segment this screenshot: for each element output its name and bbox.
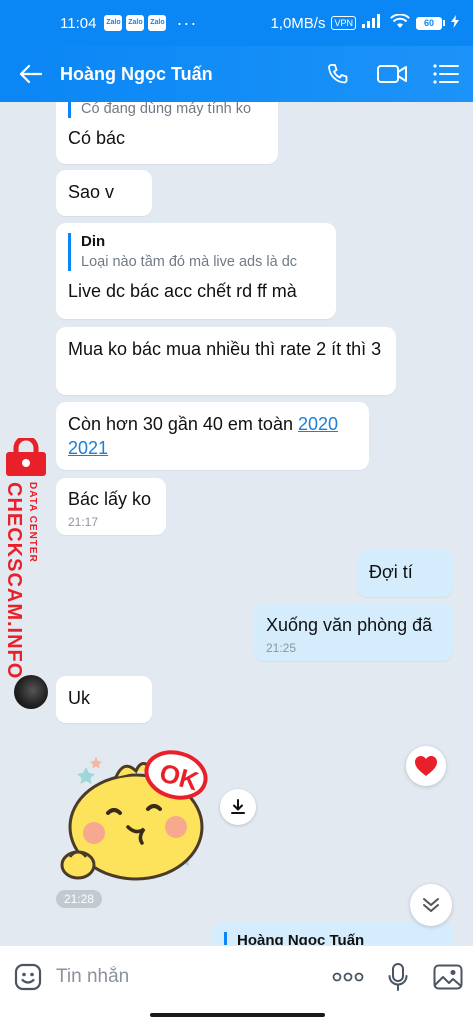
duck-sticker-image: OK bbox=[60, 750, 208, 881]
zalo-notification-icon: Zalo bbox=[126, 15, 145, 31]
message-text: Mua ko bác mua nhiều thì rate 2 ít thì 3 bbox=[68, 339, 382, 359]
watermark: CHECKSCAM.INFO DATA CENTER bbox=[0, 438, 54, 679]
reply-quote: Din Loại nào tầm đó mà live ads là dc bbox=[68, 233, 324, 271]
system-navigation-bar bbox=[0, 1007, 473, 1024]
menu-list-icon bbox=[433, 64, 459, 84]
message-text: Có bác bbox=[68, 128, 126, 148]
battery-icon: 60 bbox=[416, 16, 445, 30]
reaction-button[interactable] bbox=[406, 746, 446, 786]
sticker-button[interactable] bbox=[0, 963, 56, 991]
my-message-bubble[interactable]: Xuống văn phòng đã 21:25 bbox=[254, 603, 453, 661]
signal-icon bbox=[362, 14, 384, 32]
more-options-button[interactable] bbox=[323, 972, 373, 982]
contact-avatar[interactable] bbox=[14, 675, 48, 709]
status-time: 11:04 bbox=[60, 14, 97, 32]
ok-sticker[interactable]: OK bbox=[56, 747, 216, 887]
image-icon bbox=[433, 964, 463, 989]
photo-button[interactable] bbox=[423, 964, 473, 990]
download-sticker-button[interactable] bbox=[220, 789, 256, 825]
zalo-notification-icon: Zalo bbox=[148, 15, 167, 31]
contact-name[interactable]: Hoàng Ngọc Tuấn bbox=[60, 64, 311, 85]
home-indicator[interactable] bbox=[150, 1013, 325, 1017]
lock-icon bbox=[6, 438, 46, 476]
network-speed: 1,0MB/s bbox=[270, 14, 326, 32]
message-bubble[interactable]: Bác lấy ko 21:17 bbox=[56, 478, 166, 535]
watermark-site: CHECKSCAM.INFO bbox=[3, 482, 25, 680]
message-bubble[interactable]: Có đang dùng máy tính ko Có bác bbox=[56, 102, 278, 164]
message-list[interactable]: Có đang dùng máy tính ko Có bác Sao v Di… bbox=[0, 102, 473, 945]
double-chevron-down-icon bbox=[423, 898, 439, 912]
more-notifications-icon: ··· bbox=[176, 12, 198, 33]
status-bar: 11:04 Zalo Zalo Zalo ··· 1,0MB/s VPN 60 bbox=[0, 0, 473, 46]
video-call-button[interactable] bbox=[365, 46, 419, 102]
reply-quote: Có đang dùng máy tính ko bbox=[68, 102, 266, 118]
emoji-icon bbox=[14, 963, 42, 990]
message-bubble[interactable]: Còn hơn 30 gần 40 em toàn 2020 2021 bbox=[56, 402, 369, 470]
message-text: Sao v bbox=[68, 182, 115, 202]
message-timestamp: 21:17 bbox=[68, 515, 99, 529]
quote-text: Loại nào tầm đó mà live ads là dc bbox=[81, 254, 298, 270]
message-text: Uk bbox=[68, 688, 90, 708]
quote-text: Có đang dùng máy tính ko bbox=[81, 102, 252, 117]
back-arrow-icon bbox=[19, 64, 42, 84]
my-message-bubble[interactable]: Hoàng Ngọc Tuấn bbox=[212, 922, 453, 945]
zalo-notification-icon: Zalo bbox=[104, 15, 123, 31]
reply-quote: Hoàng Ngọc Tuấn bbox=[224, 932, 441, 945]
microphone-icon bbox=[388, 962, 408, 991]
video-camera-icon bbox=[377, 65, 407, 83]
message-bubble[interactable]: Uk bbox=[56, 676, 152, 723]
message-text: Đợi tí bbox=[369, 562, 413, 582]
back-button[interactable] bbox=[0, 46, 60, 102]
message-timestamp: 21:28 bbox=[56, 890, 103, 908]
vpn-badge: VPN bbox=[331, 16, 356, 30]
voice-record-button[interactable] bbox=[373, 962, 423, 991]
quote-sender: Hoàng Ngọc Tuấn bbox=[237, 932, 365, 945]
message-text: Bác lấy ko bbox=[68, 489, 152, 509]
phone-icon bbox=[328, 64, 348, 84]
message-timestamp: 21:25 bbox=[266, 641, 297, 655]
quote-sender: Din bbox=[81, 233, 106, 250]
message-composer bbox=[0, 945, 473, 1007]
message-input[interactable] bbox=[56, 965, 323, 988]
message-bubble[interactable]: Sao v bbox=[56, 170, 152, 216]
message-text: Xuống văn phòng đã bbox=[266, 615, 433, 635]
voice-call-button[interactable] bbox=[311, 46, 365, 102]
heart-icon bbox=[415, 756, 437, 776]
download-icon bbox=[231, 799, 245, 814]
wifi-icon bbox=[390, 12, 410, 33]
message-text: Live dc bác acc chết rd ff mà bbox=[68, 281, 297, 301]
message-bubble[interactable]: Din Loại nào tầm đó mà live ads là dc Li… bbox=[56, 223, 336, 319]
message-bubble[interactable]: Mua ko bác mua nhiều thì rate 2 ít thì 3 bbox=[56, 327, 396, 395]
charging-icon bbox=[451, 14, 459, 32]
more-dots-icon bbox=[332, 972, 364, 981]
my-message-bubble[interactable]: Đợi tí bbox=[357, 550, 453, 597]
chat-header: Hoàng Ngọc Tuấn bbox=[0, 46, 473, 102]
watermark-tag: DATA CENTER bbox=[27, 482, 38, 563]
message-text: Còn hơn 30 gần 40 em toàn 2020 2021 bbox=[68, 414, 339, 458]
chat-options-button[interactable] bbox=[419, 46, 473, 102]
scroll-to-bottom-button[interactable] bbox=[410, 884, 452, 926]
